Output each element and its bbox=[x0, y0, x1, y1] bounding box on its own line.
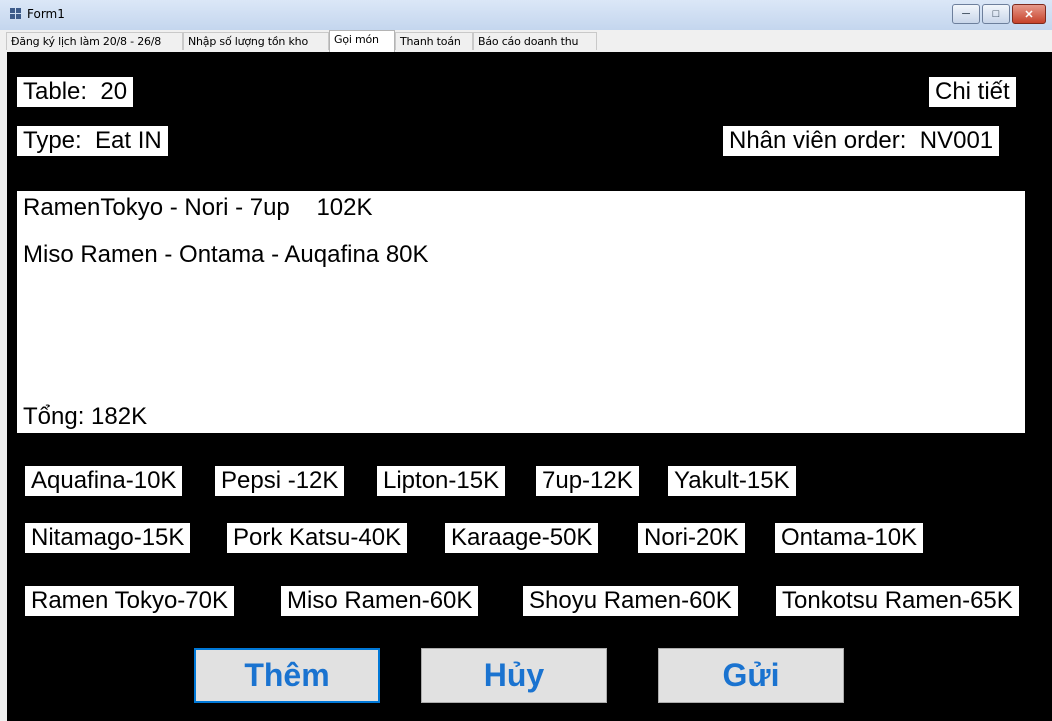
maximize-icon: □ bbox=[992, 8, 1000, 20]
order-total: Tổng: 182K bbox=[23, 403, 148, 430]
order-line[interactable]: RamenTokyo - Nori - 7up 102K bbox=[23, 193, 373, 223]
detail-label[interactable]: Chi tiết bbox=[929, 77, 1016, 107]
window-title: Form1 bbox=[27, 7, 65, 21]
type-label: Type: Eat IN bbox=[17, 126, 168, 156]
menu-item-aquafina[interactable]: Aquafina-10K bbox=[25, 466, 183, 496]
menu-item-7up[interactable]: 7up-12K bbox=[536, 466, 639, 496]
menu-item-yakult[interactable]: Yakult-15K bbox=[668, 466, 796, 496]
order-list[interactable]: RamenTokyo - Nori - 7up 102K Miso Ramen … bbox=[17, 191, 1025, 433]
cancel-button[interactable]: Hủy bbox=[421, 648, 607, 703]
send-button[interactable]: Gửi bbox=[658, 648, 844, 703]
add-button[interactable]: Thêm bbox=[194, 648, 380, 703]
tab-order[interactable]: Gọi món bbox=[329, 30, 395, 52]
menu-item-nori[interactable]: Nori-20K bbox=[638, 523, 745, 553]
menu-item-karaage[interactable]: Karaage-50K bbox=[445, 523, 599, 553]
tab-strip: Đăng ký lịch làm 20/8 - 26/8 Nhập số lượ… bbox=[0, 30, 1052, 52]
menu-item-lipton[interactable]: Lipton-15K bbox=[377, 466, 506, 496]
order-line[interactable]: Miso Ramen - Ontama - Auqafina 80K bbox=[23, 240, 429, 270]
tab-payment[interactable]: Thanh toán bbox=[395, 32, 473, 50]
close-button[interactable]: ✕ bbox=[1012, 4, 1046, 24]
menu-item-miso-ramen[interactable]: Miso Ramen-60K bbox=[281, 586, 479, 616]
menu-item-nitamago[interactable]: Nitamago-15K bbox=[25, 523, 191, 553]
menu-item-tonkotsu-ramen[interactable]: Tonkotsu Ramen-65K bbox=[776, 586, 1019, 616]
minimize-button[interactable]: ─ bbox=[952, 4, 980, 24]
app-icon bbox=[10, 8, 22, 20]
tab-revenue-report[interactable]: Báo cáo doanh thu bbox=[473, 32, 597, 50]
table-label: Table: 20 bbox=[17, 77, 134, 107]
title-bar: Form1 ─ □ ✕ bbox=[0, 0, 1052, 31]
maximize-button[interactable]: □ bbox=[982, 4, 1010, 24]
close-icon: ✕ bbox=[1024, 8, 1034, 21]
menu-item-shoyu-ramen[interactable]: Shoyu Ramen-60K bbox=[523, 586, 738, 616]
menu-item-ontama[interactable]: Ontama-10K bbox=[775, 523, 924, 553]
staff-label: Nhân viên order: NV001 bbox=[723, 126, 1000, 156]
menu-item-pork-katsu[interactable]: Pork Katsu-40K bbox=[227, 523, 408, 553]
tab-inventory[interactable]: Nhập số lượng tồn kho bbox=[183, 32, 329, 50]
minimize-icon: ─ bbox=[962, 8, 970, 20]
menu-item-pepsi[interactable]: Pepsi -12K bbox=[215, 466, 345, 496]
order-panel: Table: 20 Chi tiết Type: Eat IN Nhân viê… bbox=[7, 52, 1052, 721]
tab-schedule[interactable]: Đăng ký lịch làm 20/8 - 26/8 bbox=[6, 32, 183, 50]
menu-item-ramen-tokyo[interactable]: Ramen Tokyo-70K bbox=[25, 586, 234, 616]
